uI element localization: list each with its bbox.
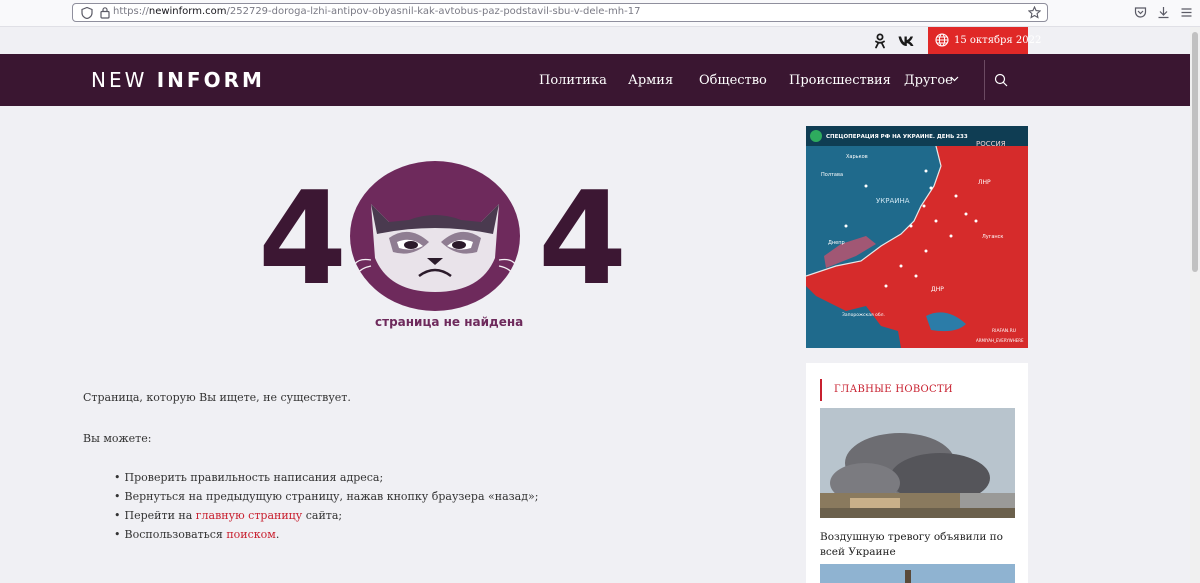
map-label-kharkov: Харьков [846,154,868,160]
map-title: СПЕЦОПЕРАЦИЯ РФ НА УКРАИНЕ. ДЕНЬ 233 [826,134,968,140]
map-label-zaporozhye: Запорожская обл. [842,312,885,318]
list-item: Перейти на главную страницу сайта; [114,509,538,528]
lock-icon[interactable] [99,6,111,19]
url-text[interactable]: https://newinform.com/252729-doroga-lzhi… [113,6,640,17]
list-item: Проверить правильность написания адреса; [114,471,538,490]
homepage-link[interactable]: главную страницу [196,509,302,522]
options-list: Проверить правильность написания адреса;… [114,471,539,547]
map-label-lnr: ЛНР [978,179,991,186]
vk-icon[interactable] [898,35,914,47]
map-handle: ARMIYAH_EVERYWHERE [976,338,1024,343]
nav-proisshestviya[interactable]: Происшествия [789,73,891,88]
nav-politika[interactable]: Политика [539,73,607,88]
list-item: Вернуться на предыдущую страницу, нажав … [114,490,539,509]
map-label-lugansk: Луганск [982,234,1003,240]
search-link[interactable]: поиском [226,528,276,541]
scrollbar-thumb[interactable] [1192,32,1198,272]
map-source: RIAFAN.RU [992,328,1016,334]
current-date: 15 октября 2022 [954,35,1042,46]
date-badge: 15 октября 2022 [928,27,1041,54]
odnoklassniki-icon[interactable] [873,33,887,49]
search-icon[interactable] [994,73,1008,87]
not-found-caption: страница не найдена [375,315,524,329]
error-message: Страница, которую Вы ищете, не существуе… [83,391,351,404]
map-label-dnepr: Днепр [828,240,845,246]
map-label-poltava: Полтава [821,172,843,178]
news-photo[interactable] [820,408,1015,518]
section-accent-bar [820,379,822,401]
frontline-map[interactable]: СПЕЦОПЕРАЦИЯ РФ НА УКРАИНЕ. ДЕНЬ 233 РОС… [806,126,1028,348]
nav-obshchestvo[interactable]: Общество [699,73,767,88]
news-photo-2[interactable] [820,564,1015,583]
nav-divider [984,60,985,100]
options-intro: Вы можете: [83,432,152,445]
news-title[interactable]: Воздушную тревогу объявили по всей Украи… [820,530,1015,560]
error-digit-right: 4 [538,165,628,314]
site-logo[interactable]: NEW INFORM [91,68,265,92]
menu-icon[interactable] [1180,6,1193,19]
nav-armiya[interactable]: Армия [628,73,673,88]
nav-drugoe[interactable]: Другое [904,73,953,88]
address-bar[interactable]: https://newinform.com/252729-doroga-lzhi… [72,3,1048,22]
map-label-ukraine: УКРАИНА [876,197,910,205]
bookmark-star-icon[interactable] [1028,6,1041,19]
globe-icon [935,33,949,47]
top-news-widget: ГЛАВНЫЕ НОВОСТИ Воздушную тревогу объяви… [806,363,1028,583]
chevron-down-icon[interactable] [950,76,959,82]
top-news-heading: ГЛАВНЫЕ НОВОСТИ [834,384,953,395]
browser-toolbar: https://newinform.com/252729-doroga-lzhi… [0,0,1200,27]
shield-icon[interactable] [81,7,93,19]
site-header: NEW INFORM Политика Армия Общество Проис… [0,54,1190,106]
url-prefix: https:// [113,6,149,17]
list-item: Воспользоваться поиском. [114,528,538,547]
url-host: newinform.com [148,6,227,17]
url-path: /252729-doroga-lzhi-antipov-obyasnil-kak… [226,6,641,17]
error-digit-left: 4 [258,165,348,314]
map-label-russia: РОССИЯ [976,140,1006,148]
page-scrollbar[interactable] [1190,27,1200,583]
pocket-icon[interactable] [1134,6,1147,19]
download-icon[interactable] [1157,6,1170,19]
grumpy-cat-icon [350,161,520,311]
map-label-dnr: ДНР [931,286,944,293]
